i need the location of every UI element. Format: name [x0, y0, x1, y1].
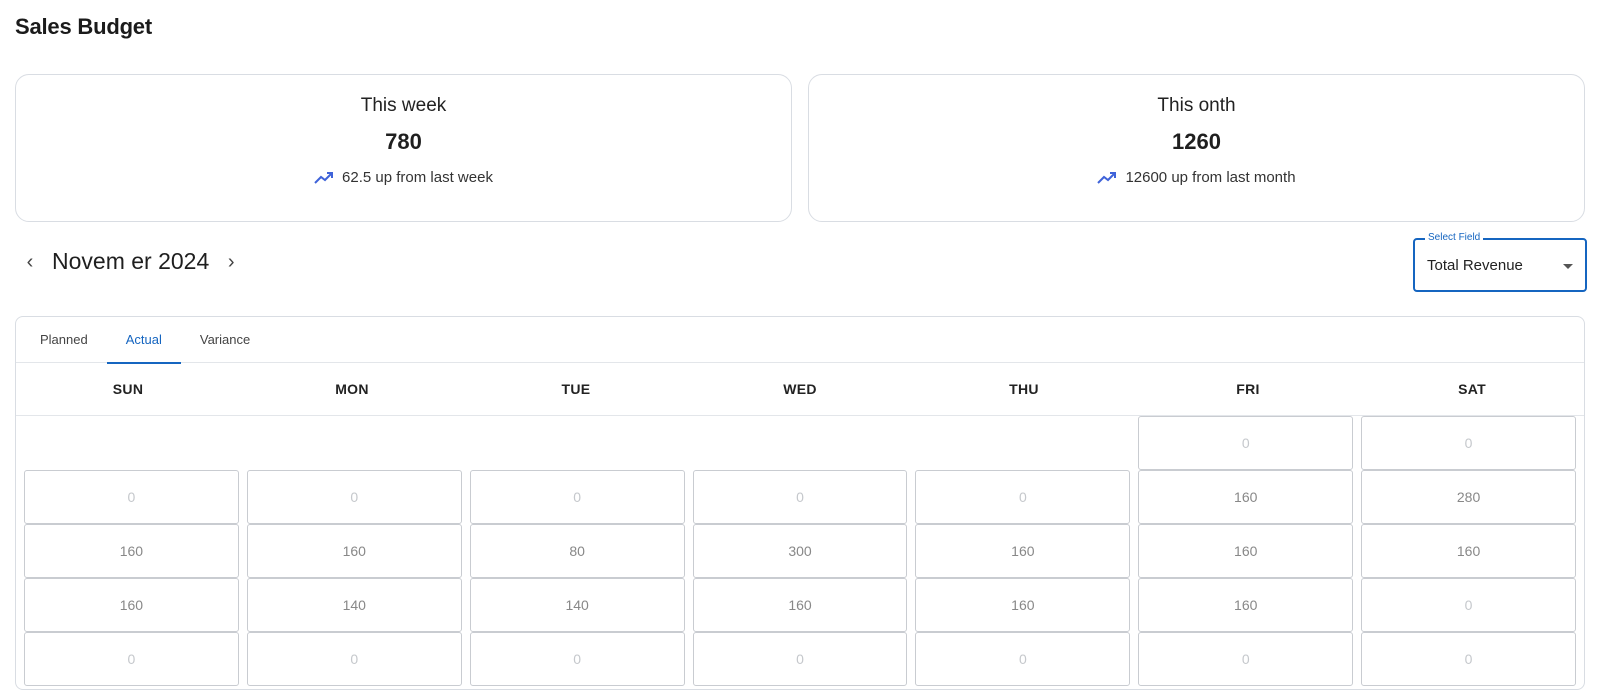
calendar-cell[interactable]: 280 [1361, 470, 1576, 524]
calendar-cell[interactable]: 160 [1138, 470, 1354, 524]
tab-planned[interactable]: Planned [21, 317, 107, 363]
calendar-cell[interactable]: 0 [1138, 632, 1354, 686]
calendar-cell[interactable]: 0 [246, 470, 462, 524]
weekday-header: SUN MON TUE WED THU FRI SAT [16, 363, 1584, 416]
calendar-cell[interactable]: 0 [246, 632, 462, 686]
month-navigation: ‹ Novem er 2024 › [22, 248, 239, 275]
calendar-cell[interactable]: 0 [1361, 632, 1576, 686]
select-field-value: Total Revenue [1427, 257, 1523, 274]
tab-actual[interactable]: Actual [106, 317, 182, 364]
calendar-cell[interactable]: 140 [246, 578, 462, 632]
calendar-cell[interactable]: 0 [469, 632, 685, 686]
calendar-empty-cell [692, 416, 908, 470]
calendar-cell[interactable]: 0 [1361, 416, 1576, 470]
weekday-fri: FRI [1236, 381, 1260, 397]
calendar-cell[interactable]: 0 [1138, 416, 1354, 470]
calendar-cell[interactable]: 0 [692, 470, 908, 524]
trending-up-icon [1097, 171, 1117, 184]
this-month-trend-text: 12600 up from last month [1125, 169, 1296, 186]
tab-variance[interactable]: Variance [181, 317, 269, 363]
page-title: Sales Budget [15, 14, 152, 39]
calendar-cell[interactable]: 160 [246, 524, 462, 578]
calendar-cell[interactable]: 80 [469, 524, 685, 578]
calendar-panel: Planned Actual Variance SUN MON TUE WED THU FRI… [15, 316, 1585, 690]
chevron-left-icon[interactable]: ‹ [22, 252, 38, 272]
weekday-sun: SUN [112, 381, 144, 397]
calendar-empty-cell [24, 416, 239, 470]
select-field-dropdown[interactable]: Select Field Total Revenue [1413, 232, 1587, 292]
this-week-value: 780 [385, 129, 422, 154]
calendar-cell[interactable]: 160 [915, 524, 1131, 578]
weekday-thu: THU [1009, 381, 1039, 397]
weekday-tue: TUE [561, 381, 591, 397]
this-month-value: 1260 [1172, 129, 1221, 154]
calendar-cell[interactable]: 160 [1138, 578, 1354, 632]
calendar-cell[interactable]: 160 [24, 578, 239, 632]
calendar-cell[interactable]: 160 [1361, 524, 1576, 578]
calendar-empty-cell [469, 416, 685, 470]
trending-up-icon [314, 171, 334, 184]
calendar-cell[interactable]: 160 [24, 524, 239, 578]
weekday-mon: MON [335, 381, 369, 397]
calendar-cell[interactable]: 300 [692, 524, 908, 578]
view-tabs: Planned Actual Variance [16, 317, 1584, 364]
calendar-cell[interactable]: 0 [692, 632, 908, 686]
calendar-cell[interactable]: 0 [1361, 578, 1576, 632]
weekday-sat: SAT [1458, 381, 1486, 397]
this-week-trend: 62.5 up from last week [16, 169, 791, 186]
this-month-card: This onth 1260 12600 up from last month [808, 74, 1585, 222]
calendar-cell[interactable]: 0 [24, 632, 239, 686]
calendar-cell[interactable]: 0 [24, 470, 239, 524]
calendar-grid: 0 0 0 0 0 0 0 160 280 160 160 80 300 160 160 160 160 140 1… [16, 416, 1584, 686]
this-week-card: This week 780 62.5 up from last week [15, 74, 792, 222]
calendar-empty-cell [915, 416, 1131, 470]
this-week-trend-text: 62.5 up from last week [342, 169, 493, 186]
this-month-trend: 12600 up from last month [809, 169, 1584, 186]
calendar-empty-cell [246, 416, 462, 470]
calendar-cell[interactable]: 160 [915, 578, 1131, 632]
this-week-label: This week [360, 95, 447, 116]
calendar-cell[interactable]: 160 [1138, 524, 1354, 578]
calendar-cell[interactable]: 0 [915, 470, 1131, 524]
calendar-cell[interactable]: 0 [469, 470, 685, 524]
weekday-wed: WED [783, 381, 817, 397]
calendar-cell[interactable]: 140 [469, 578, 685, 632]
this-month-label: This onth [1157, 95, 1236, 116]
select-field-legend: Select Field [1425, 232, 1484, 243]
calendar-cell[interactable]: 0 [915, 632, 1131, 686]
caret-down-icon [1563, 264, 1573, 269]
month-label: Novem er 2024 [52, 248, 210, 274]
chevron-right-icon[interactable]: › [223, 252, 239, 272]
calendar-cell[interactable]: 160 [692, 578, 908, 632]
